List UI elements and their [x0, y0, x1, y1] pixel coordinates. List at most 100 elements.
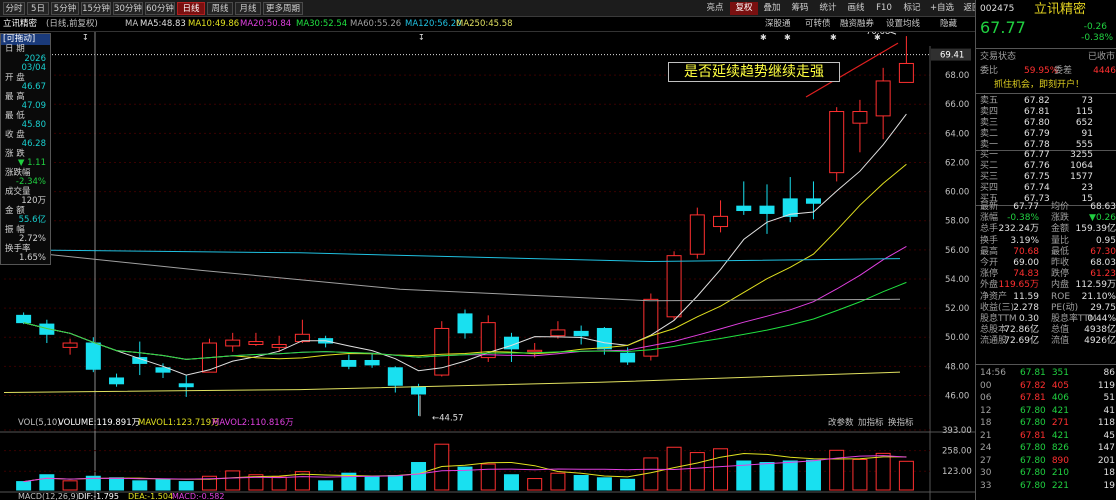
quote-text: 67.80 — [1020, 418, 1046, 428]
price-tick: 52.00 — [945, 304, 969, 314]
volume-tick: 258.00 — [942, 447, 972, 457]
candle-body — [689, 214, 705, 255]
quote-text: 涨停 — [980, 269, 999, 280]
tool-button-2[interactable]: 叠加 — [758, 2, 786, 15]
quote-text: 67.80 — [1020, 443, 1046, 453]
chart-header: 立讯精密 (日线,前复权) MA MA5:48.83 MA10:49.86 MA20:50… — [0, 17, 975, 32]
chart-link-2[interactable]: 融资融券 — [840, 17, 874, 32]
volume-bar — [573, 474, 589, 491]
quote-text: 421 — [1051, 430, 1069, 441]
tool-button-7[interactable]: 标记 — [898, 2, 926, 15]
crosshair-info-panel[interactable]: [可拖动] 日 期 2026 03/04 开 盘 46.67 最 高 47.09 最 低 45.8… — [0, 33, 51, 265]
tool-button-1[interactable]: 复权 — [730, 2, 758, 15]
tool-button-8[interactable]: +自选 — [926, 2, 958, 15]
period-tab-8[interactable]: 月线 — [235, 2, 261, 15]
quote-text: 51 — [1103, 393, 1115, 403]
price-change-pct: -0.38% — [1081, 33, 1113, 43]
volume-bar — [271, 476, 287, 491]
indicator-button-2[interactable]: 换指标 — [888, 417, 914, 428]
price-tick: 66.00 — [945, 100, 969, 110]
volume-bar — [875, 452, 891, 491]
period-tab-7[interactable]: 周线 — [207, 2, 233, 15]
quote-text: 0.30 — [1018, 314, 1039, 324]
period-tab-6[interactable]: 日线 — [177, 2, 205, 15]
quote-text: 12 — [980, 405, 992, 416]
quote-text: 33 — [980, 480, 992, 491]
quote-text: 115 — [1075, 107, 1093, 117]
volume-bar — [550, 472, 566, 491]
stat-row: 最高 70.68 最低 67.30 — [976, 247, 1116, 258]
ask-row: 卖四 67.81 115 — [976, 107, 1116, 118]
period-tab-1[interactable]: 5日 — [27, 2, 49, 15]
candle-body — [620, 352, 636, 363]
quote-text: 24 — [980, 443, 992, 453]
price-tick: 54.00 — [945, 275, 969, 285]
quote-text: 委比 — [980, 66, 999, 76]
quote-text: 股息TTM — [980, 314, 1017, 324]
period-tab-9[interactable]: 更多周期 — [263, 2, 303, 15]
quote-text: 421 — [1051, 405, 1069, 416]
indicator-button-0[interactable]: 改参数 — [828, 417, 854, 428]
ma-label: MA — [125, 19, 139, 29]
tool-button-0[interactable]: 亮点 — [700, 2, 730, 15]
quote-text: 67.77 — [1013, 202, 1039, 212]
quote-text: 826 — [1051, 443, 1069, 453]
bid-row: 买一 67.77 3255 — [976, 150, 1116, 161]
period-tab-4[interactable]: 30分钟 — [113, 2, 143, 15]
quote-text: ▼0.26 — [1089, 213, 1116, 224]
candle-body — [875, 80, 891, 117]
dif-value: DIF:-1.795 — [78, 492, 119, 500]
quote-text: 0.44% — [1087, 314, 1116, 324]
quote-text: 21.10% — [1081, 291, 1116, 302]
chart-link-3[interactable]: 设置均线 — [886, 17, 920, 32]
quote-text: 11.59 — [1013, 291, 1039, 302]
volume-bar — [318, 480, 334, 491]
tool-button-4[interactable]: 统计 — [814, 2, 842, 15]
ma-value: MA250:45.58 — [456, 19, 513, 29]
quote-text: 最低 — [1051, 246, 1070, 257]
price-tick: 62.00 — [945, 158, 969, 168]
quote-text: 1064 — [1070, 161, 1093, 171]
quote-text: 卖五 — [980, 96, 999, 106]
text-annotation[interactable]: 是否延续趋势继续走强 — [668, 62, 840, 82]
chart-link-0[interactable]: 深股通 — [765, 17, 791, 32]
tool-button-6[interactable]: F10 — [870, 2, 898, 15]
tool-button-3[interactable]: 筹码 — [786, 2, 814, 15]
quote-text: 45 — [1103, 430, 1115, 441]
price-tick: 68.00 — [945, 71, 969, 81]
quote-text: 4938亿 — [1084, 325, 1116, 336]
last-price: 67.77 — [980, 18, 1026, 37]
quote-text: 67.79 — [1024, 129, 1050, 139]
period-tab-0[interactable]: 分时 — [3, 2, 25, 15]
price-change: -0.26 — [1083, 22, 1107, 32]
quote-text: 147 — [1097, 443, 1115, 453]
promo-row[interactable]: 抓住机会，即刻开户！ — [976, 80, 1116, 91]
chart-link-1[interactable]: 可转债 — [805, 17, 831, 32]
quote-text: 72.86亿 — [1004, 325, 1039, 336]
quote-text: 67.74 — [1024, 183, 1050, 193]
quote-text: 今开 — [980, 258, 999, 268]
kline-chart[interactable]: 46.00 48.00 50.00 52.00 54.00 56.00 58.00 60.00… — [0, 32, 975, 500]
volume-bar — [16, 481, 32, 491]
volume-bar — [364, 476, 380, 491]
quote-panel: 002475 立讯精密 67.77 -0.26 -0.38% 交易状态 已收市 委比 59.95… — [975, 0, 1116, 500]
quote-text: 卖二 — [980, 129, 999, 139]
stat-row: 流通股 72.69亿 流值 4926亿 — [976, 336, 1116, 347]
quote-text: 交易状态 — [980, 52, 1017, 62]
tool-button-5[interactable]: 画线 — [842, 2, 870, 15]
candle-body — [852, 111, 868, 124]
quote-text: 2.278 — [1013, 302, 1039, 313]
indicator-button-1[interactable]: 加指标 — [858, 417, 884, 428]
quote-text: PE(动) — [1051, 302, 1079, 313]
quote-text: 67.81 — [1024, 107, 1050, 117]
period-tab-3[interactable]: 15分钟 — [81, 2, 111, 15]
period-tab-2[interactable]: 5分钟 — [51, 2, 79, 15]
quote-text: 18 — [1103, 468, 1115, 478]
period-tab-5[interactable]: 60分钟 — [145, 2, 175, 15]
quote-text: 4926亿 — [1084, 336, 1116, 347]
period-toolbar: 分时 5日 5分钟 15分钟 30分钟 60分钟 日线 周线 月线 更多周期 亮点 复权 叠加 筹码 统计画… — [0, 0, 981, 17]
hide-button[interactable]: 隐藏 — [940, 17, 957, 32]
ma-value: MA20:50.84 — [240, 19, 292, 29]
quote-text: 流通股 — [980, 336, 1008, 347]
volume-bar — [62, 480, 78, 491]
